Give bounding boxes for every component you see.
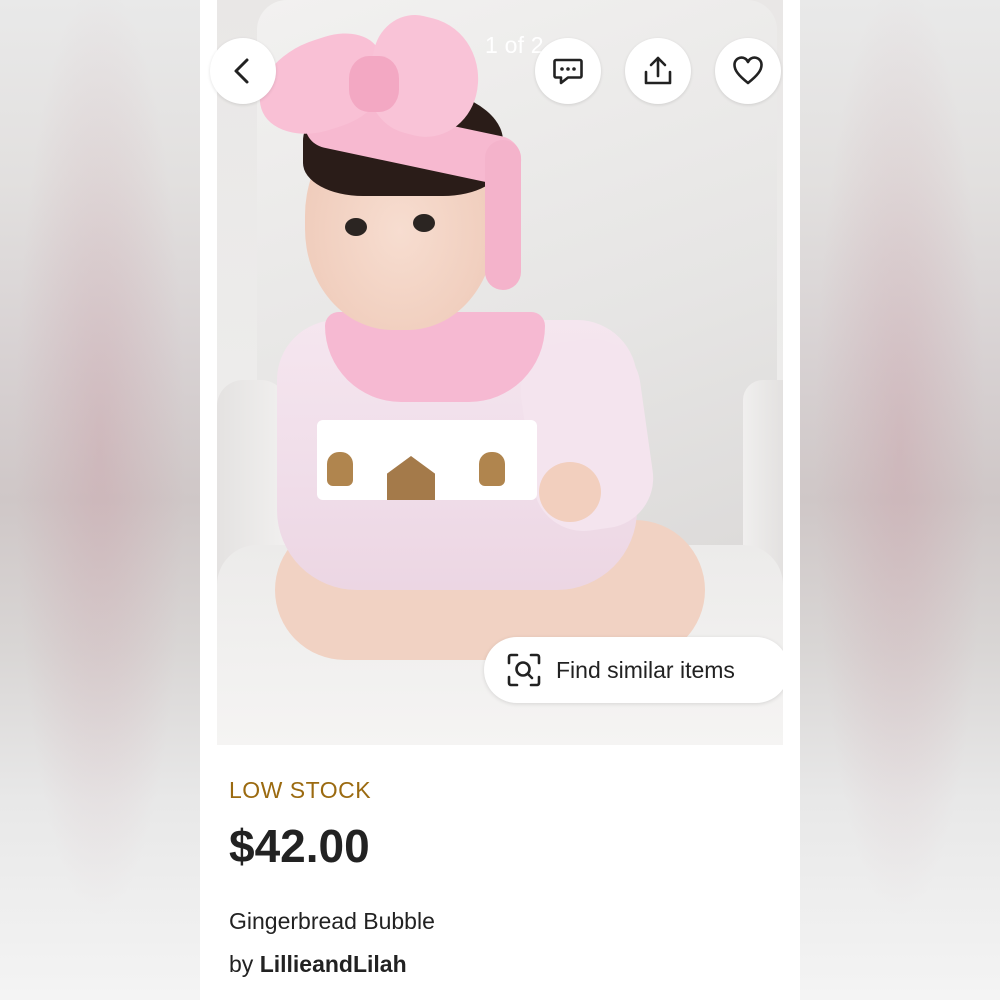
gingerbread-man-embroidery [479, 452, 505, 486]
heart-icon [733, 56, 763, 85]
gingerbread-man-embroidery [327, 452, 353, 486]
stock-status-label: LOW STOCK [229, 777, 372, 803]
share-button[interactable] [625, 38, 691, 104]
visual-search-icon [507, 653, 541, 687]
blurred-backdrop-left [0, 0, 200, 1000]
shop-name-link[interactable]: LillieandLilah [260, 951, 407, 977]
baby-hand [539, 462, 601, 522]
product-title: Gingerbread Bubble [229, 908, 435, 934]
baby-eye [413, 214, 435, 232]
blurred-backdrop-right [800, 0, 1000, 1000]
product-info: LOW STOCK $42.00 Gingerbread Bubble by L… [229, 745, 800, 1000]
headband-bow-knot [349, 56, 399, 112]
find-similar-label: Find similar items [556, 656, 735, 683]
listing-screen: 1 of 2 Find similar items LOW STOCK $42.… [200, 0, 800, 1000]
share-icon [644, 56, 672, 85]
product-price: $42.00 [229, 820, 370, 872]
romper-collar [325, 312, 545, 402]
gallery-pager: 1 of 2 [485, 32, 544, 58]
back-button[interactable] [210, 38, 276, 104]
product-photo[interactable]: 1 of 2 Find similar items [217, 0, 783, 745]
headband [485, 140, 521, 290]
find-similar-button[interactable]: Find similar items [484, 637, 783, 703]
by-label: by [229, 951, 254, 977]
baby-eye [345, 218, 367, 236]
message-icon [553, 58, 583, 85]
chevron-left-icon [234, 58, 249, 84]
message-seller-button[interactable] [535, 38, 601, 104]
seller-line: by LillieandLilah [229, 951, 407, 978]
favorite-button[interactable] [715, 38, 781, 104]
